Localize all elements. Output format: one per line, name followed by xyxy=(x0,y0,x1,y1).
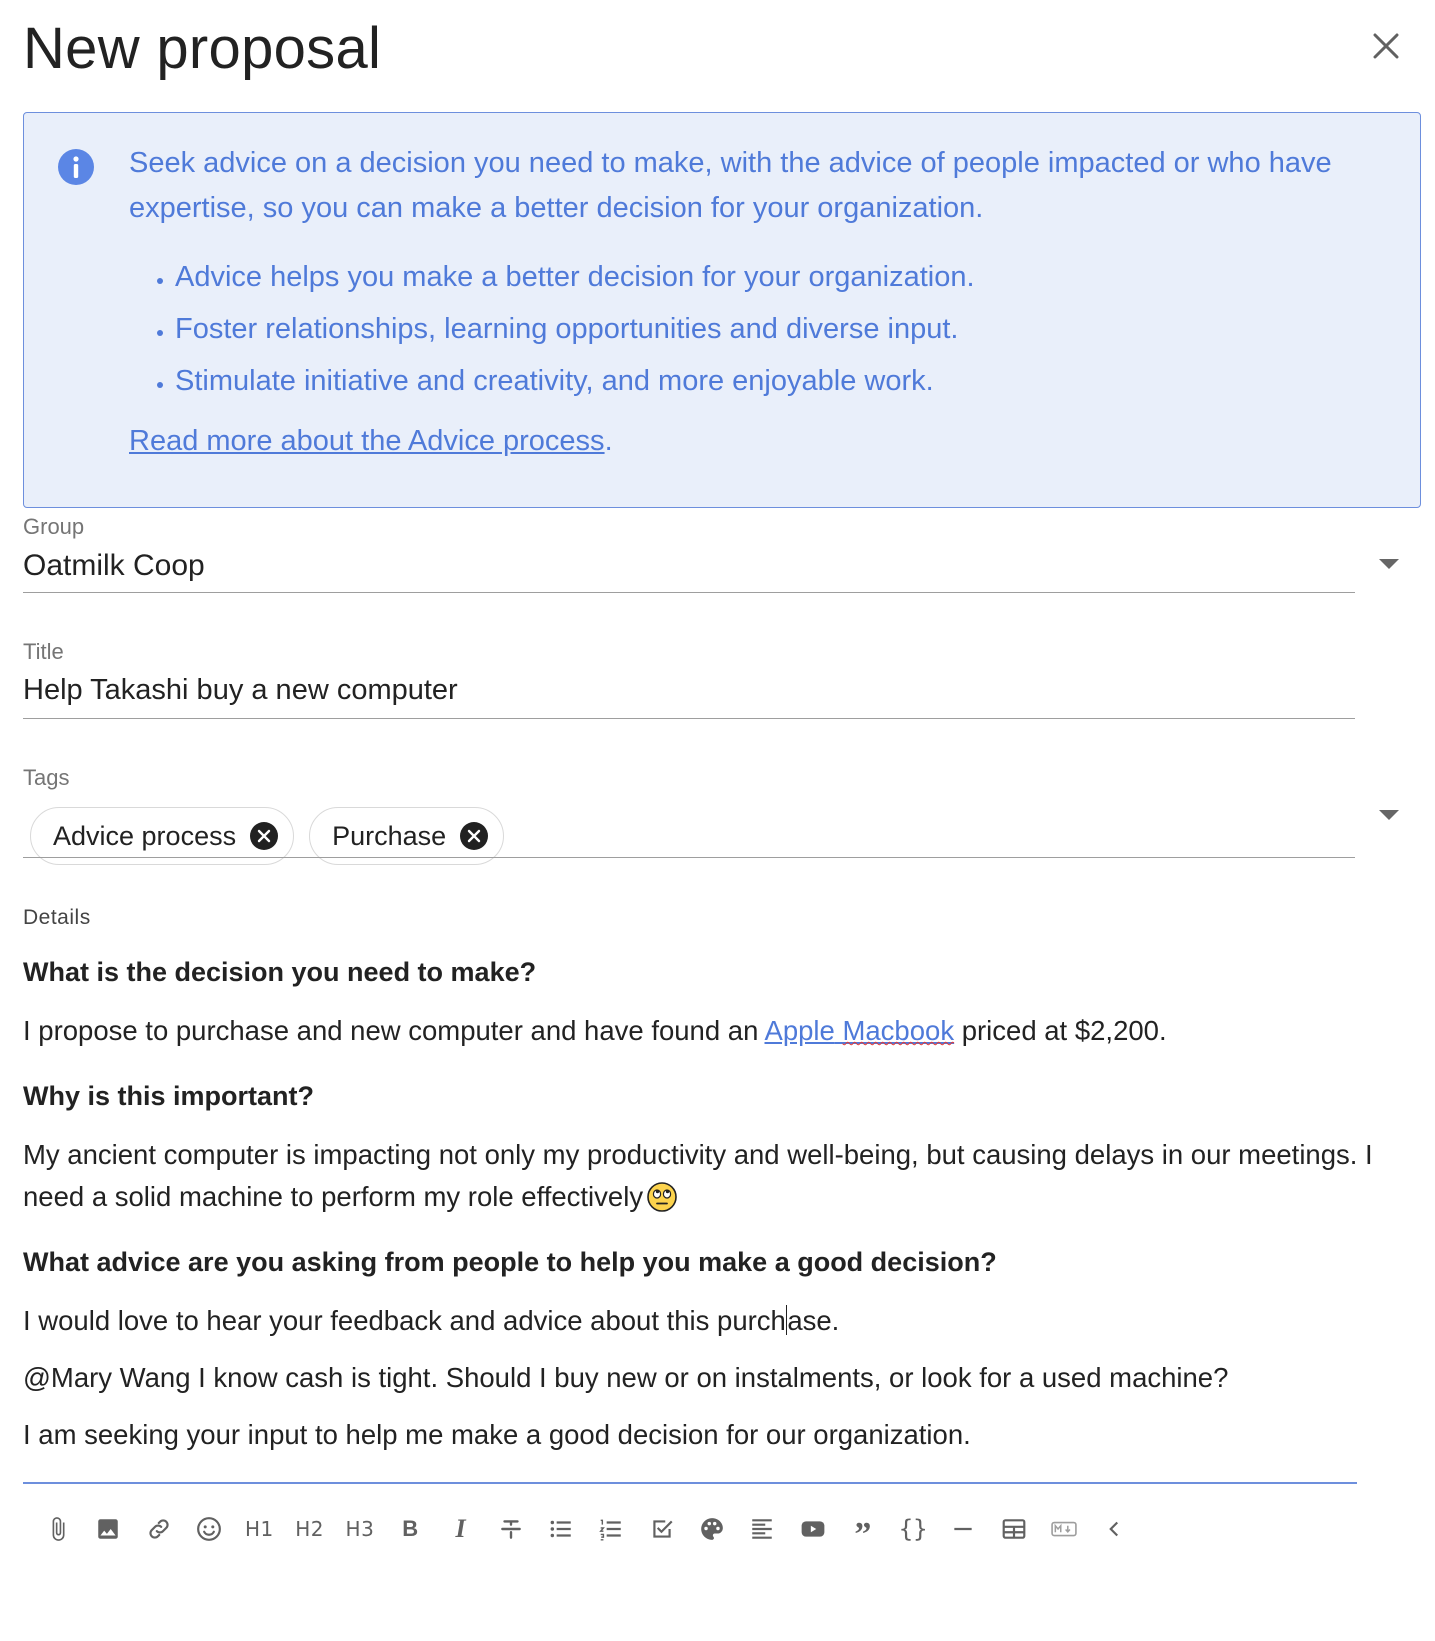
editor-paragraph: I propose to purchase and new computer a… xyxy=(23,1010,1413,1052)
palette-icon xyxy=(701,1518,723,1540)
editor-paragraph: @Mary Wang I know cash is tight. Should … xyxy=(23,1362,1229,1393)
attach-file-button[interactable] xyxy=(33,1506,83,1552)
attachment-icon xyxy=(52,1517,65,1541)
numbered-list-icon xyxy=(599,1519,622,1541)
read-more-paragraph: Read more about the Advice process. xyxy=(129,419,1389,464)
info-bullet: Stimulate initiative and creativity, and… xyxy=(175,355,1389,407)
heading-2-button[interactable]: H2 xyxy=(284,1506,334,1552)
insert-image-button[interactable] xyxy=(83,1506,133,1552)
bullet-list-icon xyxy=(550,1520,571,1538)
close-icon xyxy=(1373,33,1399,59)
page-title: New proposal xyxy=(23,16,382,81)
tags-label: Tags xyxy=(23,765,70,790)
heading-3-button[interactable]: H3 xyxy=(335,1506,385,1552)
blockquote-button[interactable]: ” xyxy=(838,1506,888,1553)
editor-underline xyxy=(23,1482,1357,1484)
info-intro: Seek advice on a decision you need to ma… xyxy=(129,147,1332,224)
link-icon xyxy=(149,1519,169,1539)
info-bullet: Advice helps you make a better decision … xyxy=(175,251,1389,303)
strikethrough-icon xyxy=(500,1520,521,1539)
group-select[interactable]: Group Oatmilk Coop xyxy=(23,514,1423,594)
apple-macbook-link[interactable]: Apple Macbook xyxy=(765,1015,955,1046)
close-button[interactable] xyxy=(1366,26,1406,66)
group-value[interactable]: Oatmilk Coop xyxy=(23,549,1423,583)
code-block-button[interactable]: {} xyxy=(888,1506,938,1552)
remove-tag-icon[interactable] xyxy=(460,822,489,850)
title-underline xyxy=(23,718,1355,719)
answer-text: I would love to hear your feedback and a… xyxy=(23,1305,786,1336)
tags-underline xyxy=(23,857,1355,858)
answer-text: I propose to purchase and new computer a… xyxy=(23,1015,765,1046)
collapse-toolbar-button[interactable] xyxy=(1089,1506,1139,1552)
read-more-suffix: . xyxy=(604,425,613,457)
title-input[interactable]: Help Takashi buy a new computer xyxy=(23,674,1423,707)
markdown-toggle-button[interactable] xyxy=(1039,1506,1089,1552)
face-with-rolling-eyes-emoji-icon xyxy=(647,1182,677,1212)
text-color-button[interactable] xyxy=(687,1506,737,1552)
remove-tag-icon[interactable] xyxy=(250,822,279,850)
dialog-header: New proposal xyxy=(23,0,1423,100)
image-icon xyxy=(98,1519,119,1539)
emoji-icon xyxy=(197,1517,221,1541)
table-icon xyxy=(1002,1519,1026,1539)
info-icon xyxy=(58,149,94,185)
info-bullet-list: Advice helps you make a better decision … xyxy=(129,251,1389,407)
strikethrough-button[interactable] xyxy=(486,1506,536,1552)
insert-link-button[interactable] xyxy=(134,1506,184,1552)
title-field[interactable]: Title Help Takashi buy a new computer xyxy=(23,639,1423,719)
text-align-button[interactable] xyxy=(737,1506,787,1552)
italic-button[interactable]: I xyxy=(435,1506,485,1552)
tags-dropdown-arrow-icon[interactable] xyxy=(1379,810,1399,820)
markdown-icon xyxy=(1051,1521,1077,1537)
editor-paragraph: My ancient computer is impacting not onl… xyxy=(23,1134,1413,1218)
bullet-list-button[interactable] xyxy=(536,1506,586,1552)
insert-table-button[interactable] xyxy=(989,1506,1039,1552)
group-label: Group xyxy=(23,514,85,539)
details-label: Details xyxy=(23,906,91,929)
horizontal-rule-icon xyxy=(954,1527,973,1531)
insert-emoji-button[interactable] xyxy=(184,1506,234,1552)
task-list-icon xyxy=(653,1520,673,1538)
info-alert: Seek advice on a decision you need to ma… xyxy=(23,112,1421,508)
answer-text: My ancient computer is impacting not onl… xyxy=(23,1139,1373,1212)
info-alert-text: Seek advice on a decision you need to ma… xyxy=(129,141,1389,464)
read-more-link[interactable]: Read more about the Advice process xyxy=(129,425,605,457)
task-list-button[interactable] xyxy=(637,1506,687,1552)
question-heading: What is the decision you need to make? xyxy=(23,957,537,987)
question-heading: Why is this important? xyxy=(23,1081,315,1111)
heading-1-button[interactable]: H1 xyxy=(234,1506,284,1552)
insert-video-button[interactable] xyxy=(787,1506,837,1552)
misspelled-word: Macbook xyxy=(842,1015,955,1046)
chevron-left-icon xyxy=(1109,1521,1119,1537)
link-word: Apple xyxy=(764,1015,835,1046)
video-icon xyxy=(801,1521,824,1537)
tag-chip-label: Purchase xyxy=(332,820,447,851)
horizontal-rule-button[interactable] xyxy=(938,1506,988,1552)
group-underline xyxy=(23,592,1355,593)
group-dropdown-arrow-icon[interactable] xyxy=(1379,559,1399,569)
title-label: Title xyxy=(23,639,64,664)
editor-paragraph: I would love to hear your feedback and a… xyxy=(23,1300,1413,1342)
answer-text: priced at $2,200. xyxy=(954,1015,1167,1046)
proposal-form: New proposal Seek advice on a decision y… xyxy=(23,0,1423,1553)
answer-text: ase. xyxy=(787,1305,840,1336)
editor-toolbar: H1 H2 H3 B I ” {} xyxy=(33,1506,1140,1553)
tags-field[interactable]: Tags Advice process Purchase xyxy=(23,765,1423,865)
numbered-list-button[interactable] xyxy=(586,1506,636,1552)
align-left-icon xyxy=(752,1519,773,1539)
tag-chip-label: Advice process xyxy=(53,820,237,851)
question-heading: What advice are you asking from people t… xyxy=(23,1247,997,1277)
editor-paragraph: I am seeking your input to help me make … xyxy=(23,1419,971,1450)
details-editor[interactable]: What is the decision you need to make? I… xyxy=(23,950,1413,1456)
info-bullet: Foster relationships, learning opportuni… xyxy=(175,303,1389,355)
bold-button[interactable]: B xyxy=(385,1506,435,1552)
